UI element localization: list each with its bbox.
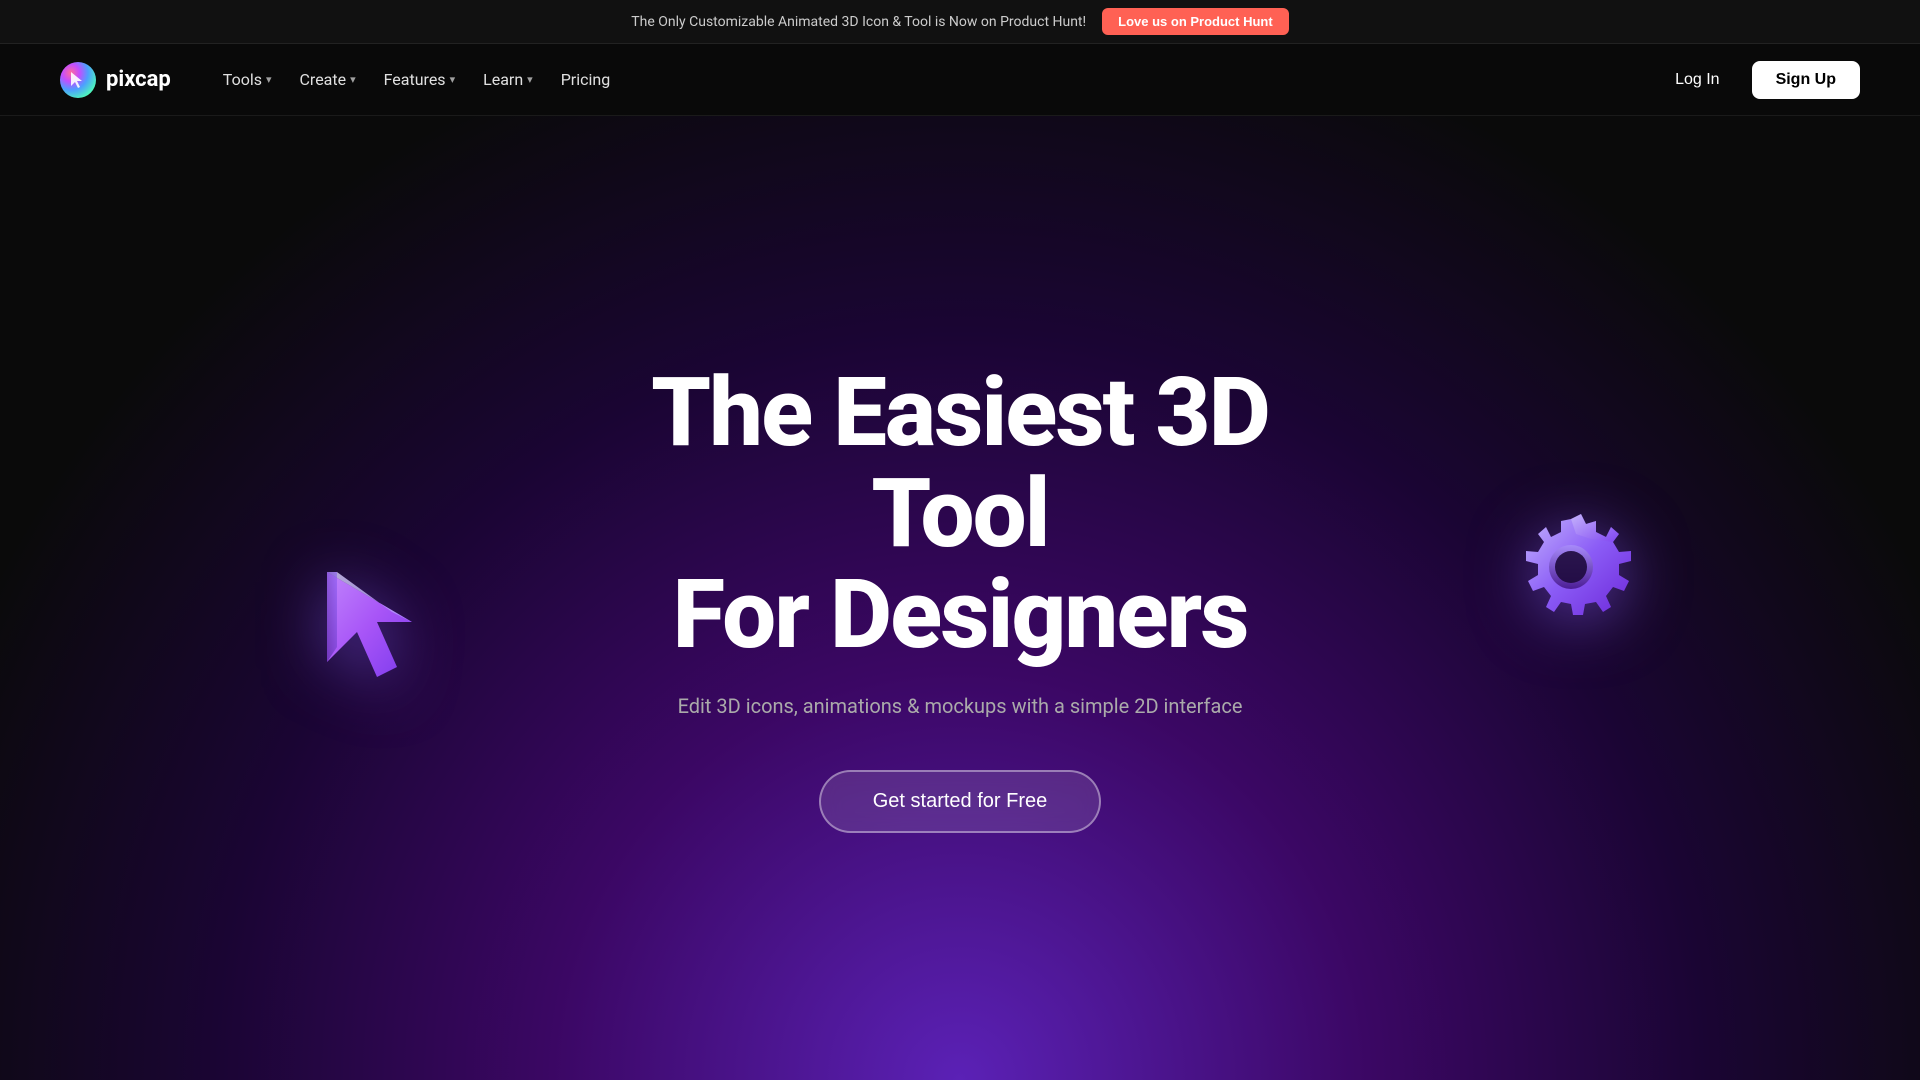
product-hunt-button[interactable]: Love us on Product Hunt [1102,8,1289,35]
features-chevron-icon: ▾ [450,73,456,86]
logo-link[interactable]: pixcap [60,62,171,98]
tools-chevron-icon: ▾ [266,73,272,86]
nav-item-features[interactable]: Features ▾ [372,62,467,97]
nav-right: Log In Sign Up [1659,61,1860,99]
nav-item-pricing[interactable]: Pricing [549,62,623,97]
navbar: pixcap Tools ▾ Create ▾ Features ▾ Learn… [0,44,1920,116]
gear-3d-decoration [1491,499,1651,659]
nav-menu: Tools ▾ Create ▾ Features ▾ Learn ▾ Pric… [211,62,622,97]
signup-button[interactable]: Sign Up [1752,61,1860,99]
hero-content: The Easiest 3D Tool For Designers Edit 3… [560,363,1360,832]
nav-item-learn[interactable]: Learn ▾ [471,62,545,97]
nav-left: pixcap Tools ▾ Create ▾ Features ▾ Learn… [60,62,622,98]
cursor-3d-decoration [307,552,437,682]
create-chevron-icon: ▾ [350,73,356,86]
hero-subtitle: Edit 3D icons, animations & mockups with… [600,690,1320,722]
nav-item-create[interactable]: Create ▾ [288,62,368,97]
announcement-text: The Only Customizable Animated 3D Icon &… [631,14,1086,30]
login-button[interactable]: Log In [1659,63,1735,97]
logo-icon [60,62,96,98]
cta-button[interactable]: Get started for Free [819,770,1102,833]
announcement-bar: The Only Customizable Animated 3D Icon &… [0,0,1920,44]
learn-chevron-icon: ▾ [527,73,533,86]
hero-title: The Easiest 3D Tool For Designers [600,363,1320,665]
hero-section: The Easiest 3D Tool For Designers Edit 3… [0,116,1920,1080]
nav-item-tools[interactable]: Tools ▾ [211,62,284,97]
logo-text: pixcap [106,67,171,92]
